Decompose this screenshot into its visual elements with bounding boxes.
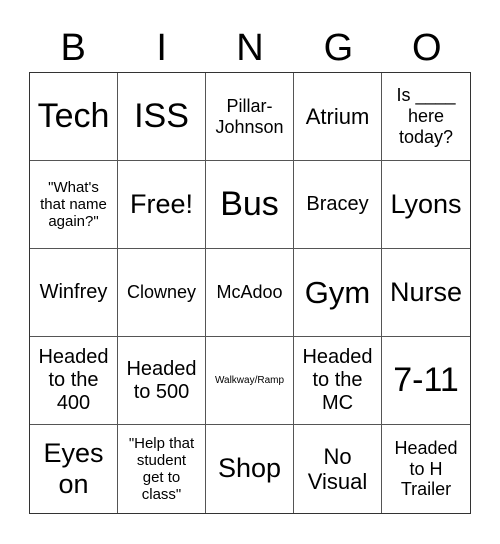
bingo-cell[interactable]: Tech (30, 73, 118, 161)
cell-text: Free! (129, 188, 194, 219)
cell-text: Bus (220, 184, 279, 223)
bingo-cell[interactable]: Headed to the MC (294, 337, 382, 425)
cell-text: Tech (37, 96, 110, 135)
cell-text: Gym (304, 274, 371, 310)
cell-text: Atrium (305, 103, 370, 129)
bingo-cell[interactable]: ISS (118, 73, 206, 161)
bingo-cell[interactable]: Headed to 500 (118, 337, 206, 425)
cell-text: Headed to 500 (126, 357, 197, 403)
header-letter-g: G (323, 27, 354, 69)
cell-text: Headed to the 400 (38, 346, 109, 414)
bingo-cell[interactable]: Nurse (382, 249, 470, 337)
cell-text: "What's that name again?" (40, 178, 107, 231)
header-letter-i: I (156, 27, 167, 69)
cell-text: Headed to the MC (302, 346, 373, 414)
cell-text: No Visual (307, 443, 368, 494)
bingo-cell[interactable]: Is ____ here today? (382, 73, 470, 161)
cell-text: ISS (134, 96, 189, 135)
bingo-cell[interactable]: Atrium (294, 73, 382, 161)
header-letter-n: N (236, 27, 264, 69)
bingo-board: Tech ISS Pillar- Johnson Atrium Is ____ … (29, 72, 471, 514)
bingo-cell[interactable]: Walkway/Ramp (206, 337, 294, 425)
bingo-cell[interactable]: Eyes on (30, 425, 118, 513)
bingo-cell[interactable]: No Visual (294, 425, 382, 513)
bingo-cell[interactable]: "Help that student get to class" (118, 425, 206, 513)
bingo-cell[interactable]: Gym (294, 249, 382, 337)
bingo-cell[interactable]: 7-11 (382, 337, 470, 425)
header-letter-b: B (60, 27, 86, 69)
bingo-cell[interactable]: Bracey (294, 161, 382, 249)
cell-text: "Help that student get to class" (128, 434, 195, 504)
bingo-header: B I N G O (29, 24, 471, 72)
cell-text: Is ____ here today? (396, 85, 456, 147)
cell-text: McAdoo (216, 282, 283, 303)
bingo-cell-free-space[interactable]: Free! (118, 161, 206, 249)
cell-text: Nurse (389, 276, 463, 307)
bingo-cell[interactable]: "What's that name again?" (30, 161, 118, 249)
bingo-cell[interactable]: Headed to the 400 (30, 337, 118, 425)
bingo-cell[interactable]: Bus (206, 161, 294, 249)
cell-text: Pillar- Johnson (215, 95, 284, 137)
cell-text: Eyes on (43, 437, 104, 499)
cell-text: Clowney (126, 282, 197, 303)
cell-text: 7-11 (393, 360, 459, 399)
bingo-cell[interactable]: Clowney (118, 249, 206, 337)
cell-text: Shop (217, 453, 282, 484)
header-letter-o: O (412, 27, 442, 69)
cell-text: Winfrey (39, 281, 108, 303)
cell-text: Headed to H Trailer (394, 437, 458, 500)
bingo-cell[interactable]: Shop (206, 425, 294, 513)
bingo-cell[interactable]: Lyons (382, 161, 470, 249)
bingo-cell[interactable]: Headed to H Trailer (382, 425, 470, 513)
bingo-cell[interactable]: Pillar- Johnson (206, 73, 294, 161)
bingo-cell[interactable]: Winfrey (30, 249, 118, 337)
cell-text: Walkway/Ramp (214, 374, 285, 386)
cell-text: Lyons (390, 188, 462, 219)
bingo-cell[interactable]: McAdoo (206, 249, 294, 337)
cell-text: Bracey (306, 193, 369, 215)
